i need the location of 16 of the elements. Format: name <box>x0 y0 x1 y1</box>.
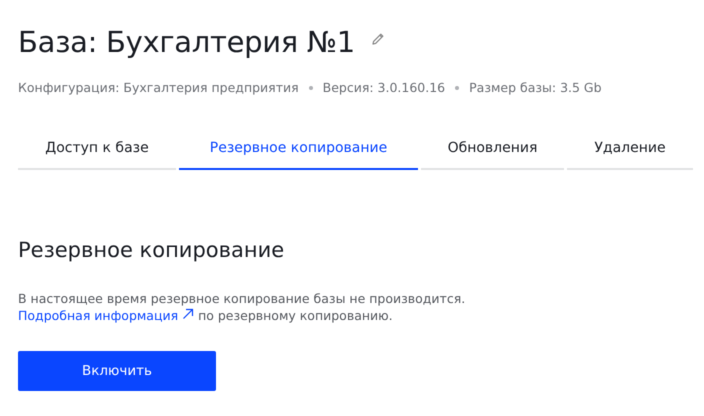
info-link[interactable]: Подробная информация <box>18 308 194 323</box>
enable-button[interactable]: Включить <box>18 351 216 391</box>
separator-dot <box>455 86 460 90</box>
separator-dot <box>308 86 313 90</box>
page-title: База: Бухгалтерия №1 <box>18 25 355 59</box>
tab[interactable]: Обновления <box>421 128 564 170</box>
tab[interactable]: Удаление <box>567 128 693 170</box>
description-text: В настоящее время резервное копирование базы не производится. Подробная информация по резервному копированию. <box>18 290 466 324</box>
meta-info: Размер базы: 3.5 Gb <box>469 80 602 95</box>
pencil-icon[interactable] <box>370 32 385 46</box>
tab[interactable]: Доступ к базе <box>18 128 176 170</box>
meta-info: Версия: 3.0.160.16 <box>322 80 446 95</box>
section-heading: Резервное копирование <box>18 238 286 262</box>
tab[interactable]: Резервное копирование <box>179 128 418 170</box>
meta-info: Конфигурация: Бухгалтерия предприятия <box>18 80 299 95</box>
external-link-icon <box>182 308 194 320</box>
